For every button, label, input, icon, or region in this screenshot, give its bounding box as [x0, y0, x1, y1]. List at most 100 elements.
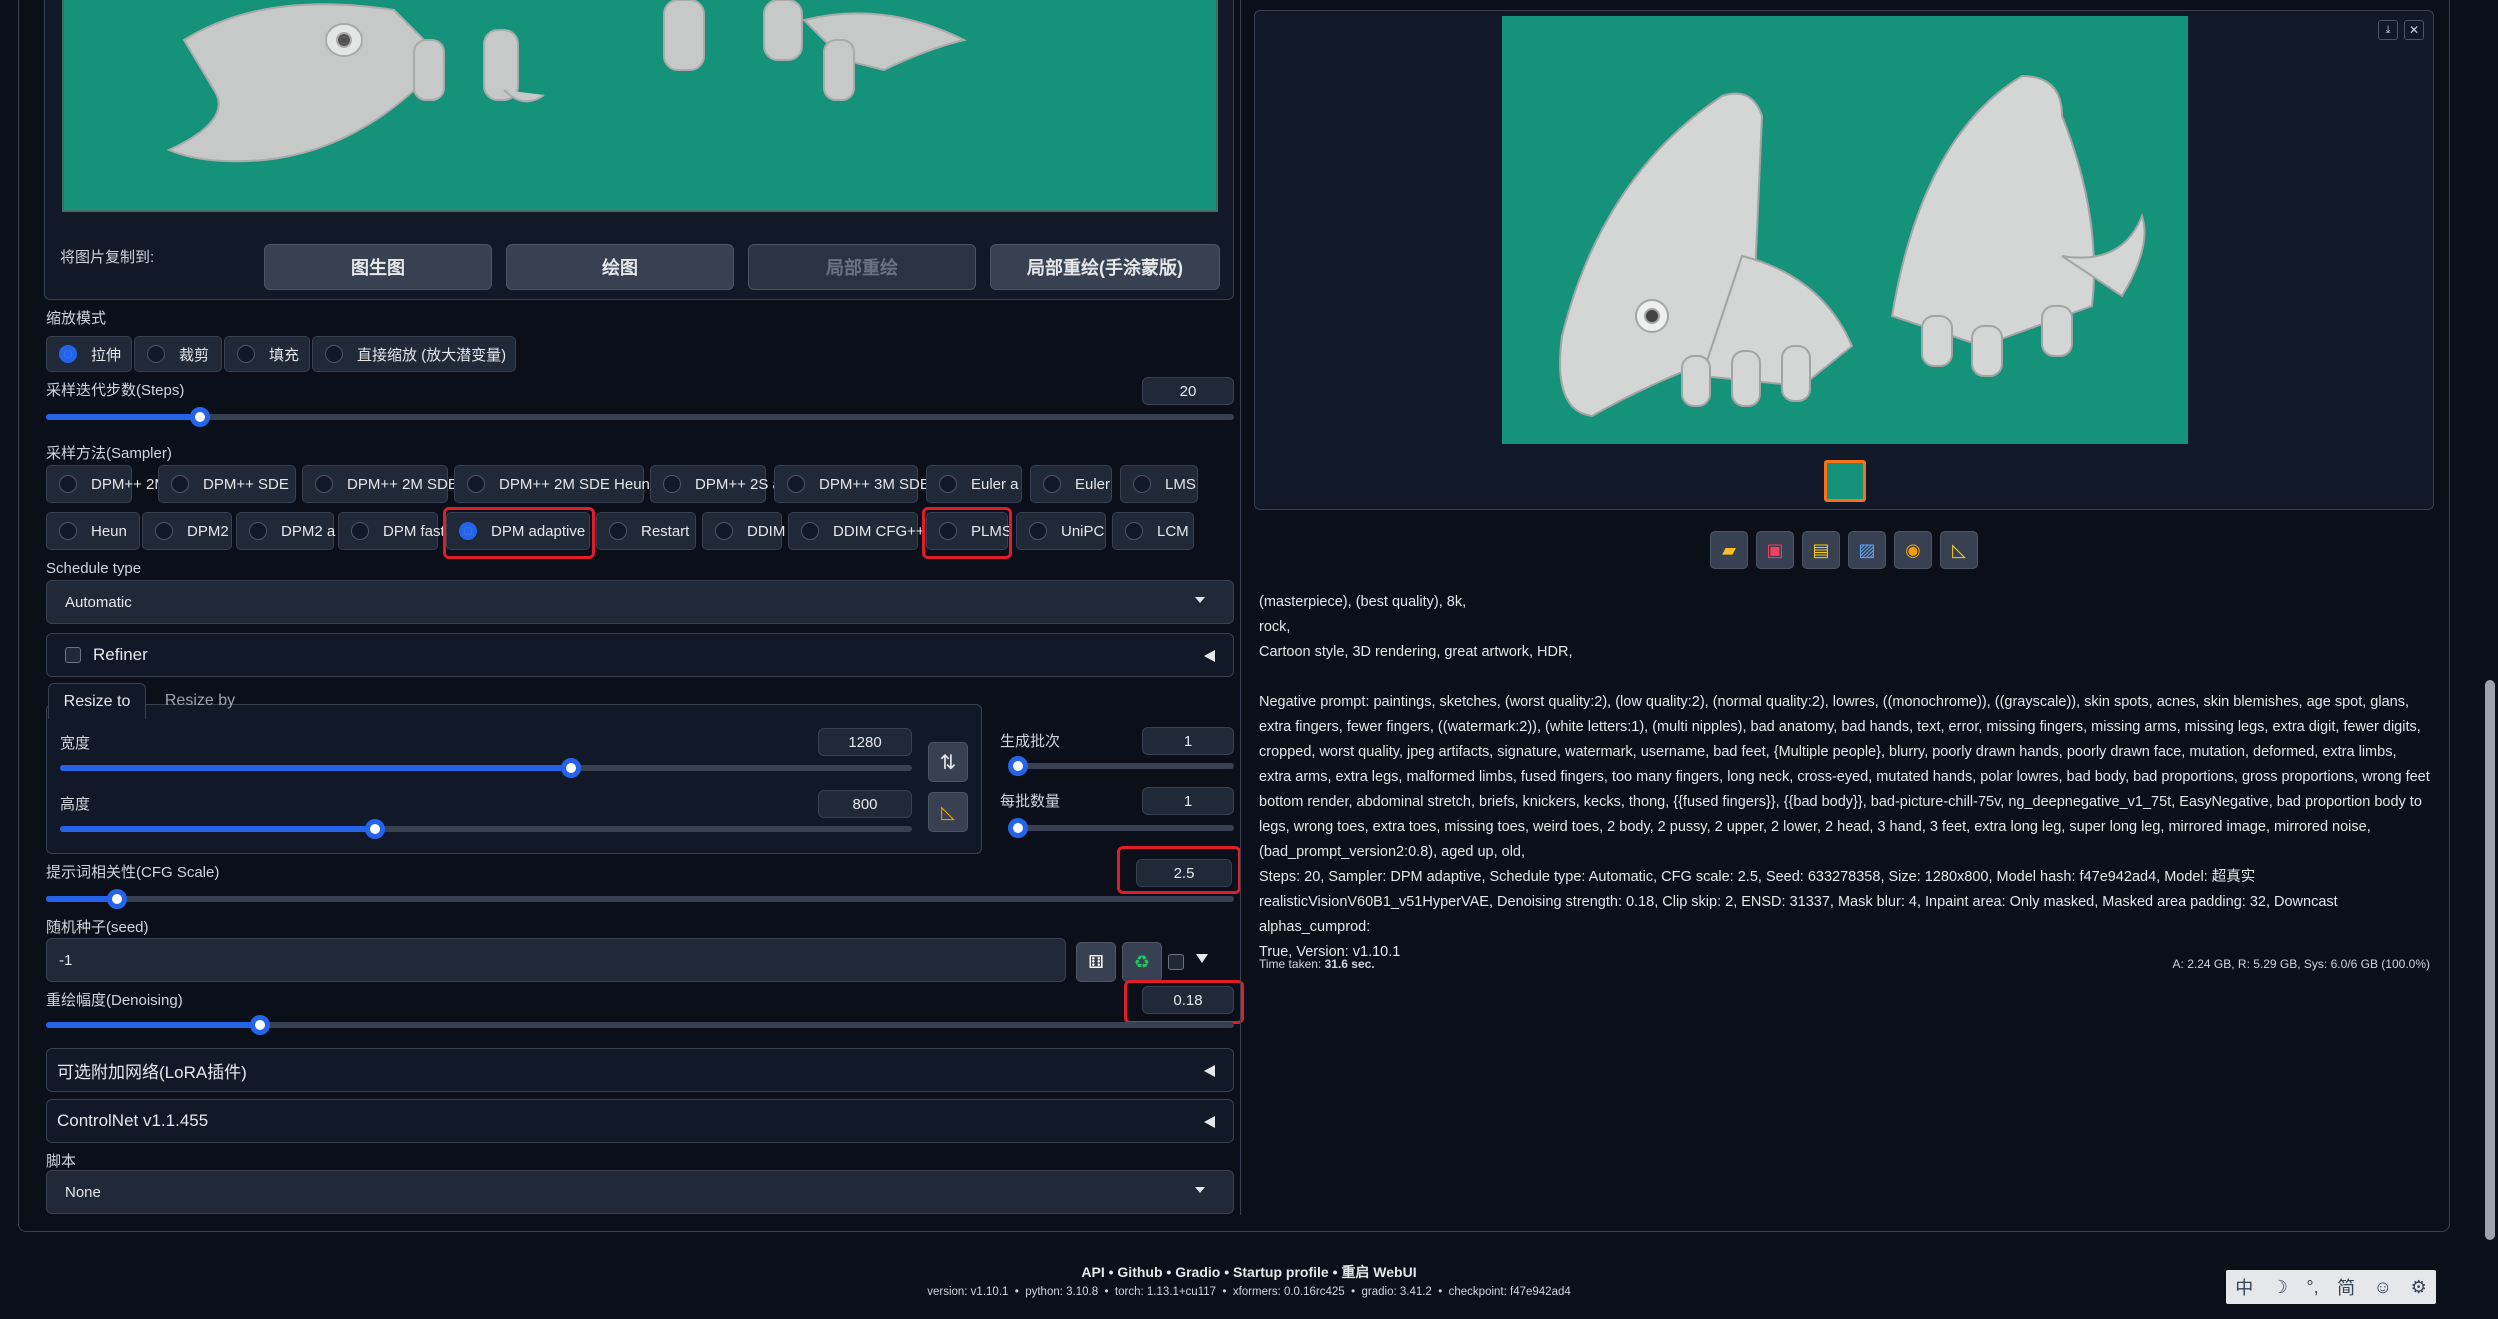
- height-slider[interactable]: [60, 819, 912, 839]
- footer-links: API • Github • Gradio • Startup profile …: [1081, 1264, 1417, 1280]
- collapse-arrow-icon: [1204, 1116, 1215, 1128]
- sampler-option-dpm2-a[interactable]: DPM2 a: [236, 512, 335, 550]
- copy-sketch-button[interactable]: 绘图: [506, 244, 734, 290]
- send-to-img2img-icon[interactable]: ▨: [1848, 531, 1886, 569]
- sampler-option-restart[interactable]: Restart: [596, 512, 696, 550]
- radio-icon: [609, 522, 627, 540]
- send-to-inpaint-icon[interactable]: ◉: [1894, 531, 1932, 569]
- sampler-option-dpm-2s-a[interactable]: DPM++ 2S a: [650, 465, 781, 503]
- cfg-label: 提示词相关性(CFG Scale): [46, 864, 220, 881]
- negative-prompt-line: bottom render, abdominal stretch, briefs…: [1259, 794, 2422, 810]
- steps-input[interactable]: 20: [1142, 377, 1234, 405]
- sampler-option-dpm-2m-sde-heun[interactable]: DPM++ 2M SDE Heun: [454, 465, 650, 503]
- output-image[interactable]: [1502, 16, 2188, 444]
- ime-settings-gear-icon[interactable]: ⚙: [2411, 1277, 2427, 1298]
- script-dropdown[interactable]: None: [46, 1170, 1234, 1214]
- radio-icon: [1043, 475, 1061, 493]
- resize-mode-fill[interactable]: 填充: [224, 336, 310, 372]
- batch-size-input[interactable]: 1: [1142, 787, 1234, 815]
- scrollbar-thumb[interactable]: [2485, 680, 2495, 1240]
- sampler-option-lms[interactable]: LMS: [1120, 465, 1198, 503]
- output-image-drawing: [1559, 74, 2146, 418]
- generation-info: (masterpiece), (best quality), 8k, rock,…: [1259, 590, 2431, 965]
- sampler-option-dpm-3m-sde[interactable]: DPM++ 3M SDE: [774, 465, 930, 503]
- ime-chinese-icon[interactable]: 中: [2235, 1274, 2253, 1300]
- negative-prompt-line: Negative prompt: paintings, sketches, (w…: [1259, 694, 2409, 710]
- source-image[interactable]: [62, 0, 1218, 212]
- footer-link-restart[interactable]: 重启 WebUI: [1341, 1264, 1416, 1280]
- ime-simplified-icon[interactable]: 简: [2337, 1274, 2355, 1300]
- batch-size-slider[interactable]: [1008, 818, 1234, 838]
- resize-mode-latent[interactable]: 直接缩放 (放大潜变量): [312, 336, 516, 372]
- footer-link-gradio[interactable]: Gradio: [1175, 1264, 1220, 1280]
- sampler-option-unipc[interactable]: UniPC: [1016, 512, 1106, 550]
- resize-mode-crop[interactable]: 裁剪: [134, 336, 222, 372]
- tab-resize-to[interactable]: Resize to: [48, 683, 146, 719]
- steps-slider[interactable]: [46, 407, 1234, 427]
- extra-seed-checkbox[interactable]: [1168, 954, 1184, 970]
- batch-count-input[interactable]: 1: [1142, 727, 1234, 755]
- ime-punctuation-icon[interactable]: °,: [2306, 1277, 2318, 1298]
- sampler-option-euler-a[interactable]: Euler a: [926, 465, 1022, 503]
- sampler-option-ddim-cfg-[interactable]: DDIM CFG++: [788, 512, 925, 550]
- width-slider[interactable]: [60, 758, 912, 778]
- resize-mode-stretch[interactable]: 拉伸: [46, 336, 132, 372]
- controlnet-accordion[interactable]: ControlNet v1.1.455: [46, 1099, 1234, 1143]
- refiner-accordion[interactable]: Refiner: [46, 633, 1234, 677]
- sampler-option-lcm[interactable]: LCM: [1112, 512, 1194, 550]
- radio-icon: [467, 475, 485, 493]
- radio-icon: [663, 475, 681, 493]
- highlight-denoise: [1124, 980, 1244, 1024]
- batch-size-label: 每批数量: [1000, 793, 1061, 810]
- swap-dimensions-button[interactable]: ⇅: [928, 742, 968, 782]
- close-icon[interactable]: ✕: [2404, 20, 2424, 40]
- memory-usage: A: 2.24 GB, R: 5.29 GB, Sys: 6.0/6 GB (1…: [2172, 957, 2430, 971]
- refiner-checkbox[interactable]: [65, 647, 81, 663]
- sampler-label: 采样方法(Sampler): [46, 445, 172, 462]
- download-icon[interactable]: ⤓: [2378, 20, 2398, 40]
- sampler-option-ddim[interactable]: DDIM: [702, 512, 785, 550]
- lora-accordion[interactable]: 可选附加网络(LoRA插件): [46, 1048, 1234, 1092]
- radio-icon: [171, 475, 189, 493]
- seed-input[interactable]: -1: [46, 938, 1066, 982]
- width-input[interactable]: 1280: [818, 728, 912, 756]
- sampler-option-dpm-fast[interactable]: DPM fast: [338, 512, 445, 550]
- footer-link-github[interactable]: Github: [1117, 1264, 1162, 1280]
- auto-size-button[interactable]: ◺: [928, 792, 968, 832]
- width-label: 宽度: [60, 735, 91, 752]
- cfg-slider[interactable]: [46, 889, 1234, 909]
- script-label: 脚本: [46, 1153, 77, 1170]
- extra-seed-toggle-icon[interactable]: [1196, 954, 1208, 963]
- copy-inpaint-sketch-button[interactable]: 局部重绘(手涂蒙版): [990, 244, 1220, 290]
- reuse-seed-recycle-icon[interactable]: ♻: [1122, 942, 1162, 982]
- zip-icon[interactable]: ▤: [1802, 531, 1840, 569]
- open-folder-icon[interactable]: ▰: [1710, 531, 1748, 569]
- copy-to-label: 将图片复制到:: [60, 249, 155, 266]
- highlight-dpm-adaptive: [443, 507, 595, 559]
- gallery-thumbnail[interactable]: [1824, 460, 1866, 502]
- height-input[interactable]: 800: [818, 790, 912, 818]
- tab-resize-by[interactable]: Resize by: [150, 683, 250, 719]
- footer-link-startup-profile[interactable]: Startup profile: [1233, 1264, 1329, 1280]
- sampler-option-heun[interactable]: Heun: [46, 512, 140, 550]
- schedule-dropdown[interactable]: Automatic: [46, 580, 1234, 624]
- radio-icon: [315, 475, 333, 493]
- footer-link-api[interactable]: API: [1081, 1264, 1104, 1280]
- save-icon[interactable]: ▣: [1756, 531, 1794, 569]
- ime-emoji-icon[interactable]: ☺: [2374, 1277, 2392, 1298]
- negative-prompt-line: extra arms, extra legs, malformed limbs,…: [1259, 769, 2430, 785]
- copy-img2img-button[interactable]: 图生图: [264, 244, 492, 290]
- copy-inpaint-button[interactable]: 局部重绘: [748, 244, 976, 290]
- sampler-option-dpm2[interactable]: DPM2: [142, 512, 232, 550]
- params-line: realisticVisionV60B1_v51HyperVAE, Denois…: [1259, 894, 2338, 935]
- ime-moon-icon[interactable]: ☽: [2272, 1277, 2288, 1298]
- random-seed-dice-icon[interactable]: ⚅: [1076, 942, 1116, 982]
- batch-count-slider[interactable]: [1008, 756, 1234, 776]
- sampler-option-dpm-2m-sde[interactable]: DPM++ 2M SDE: [302, 465, 458, 503]
- sampler-option-dpm-2m[interactable]: DPM++ 2M: [46, 465, 167, 503]
- sampler-option-euler[interactable]: Euler: [1030, 465, 1112, 503]
- sampler-option-dpm-sde[interactable]: DPM++ SDE: [158, 465, 296, 503]
- denoise-slider[interactable]: [46, 1015, 1234, 1035]
- send-to-extras-icon[interactable]: ◺: [1940, 531, 1978, 569]
- denoise-label: 重绘幅度(Denoising): [46, 992, 183, 1009]
